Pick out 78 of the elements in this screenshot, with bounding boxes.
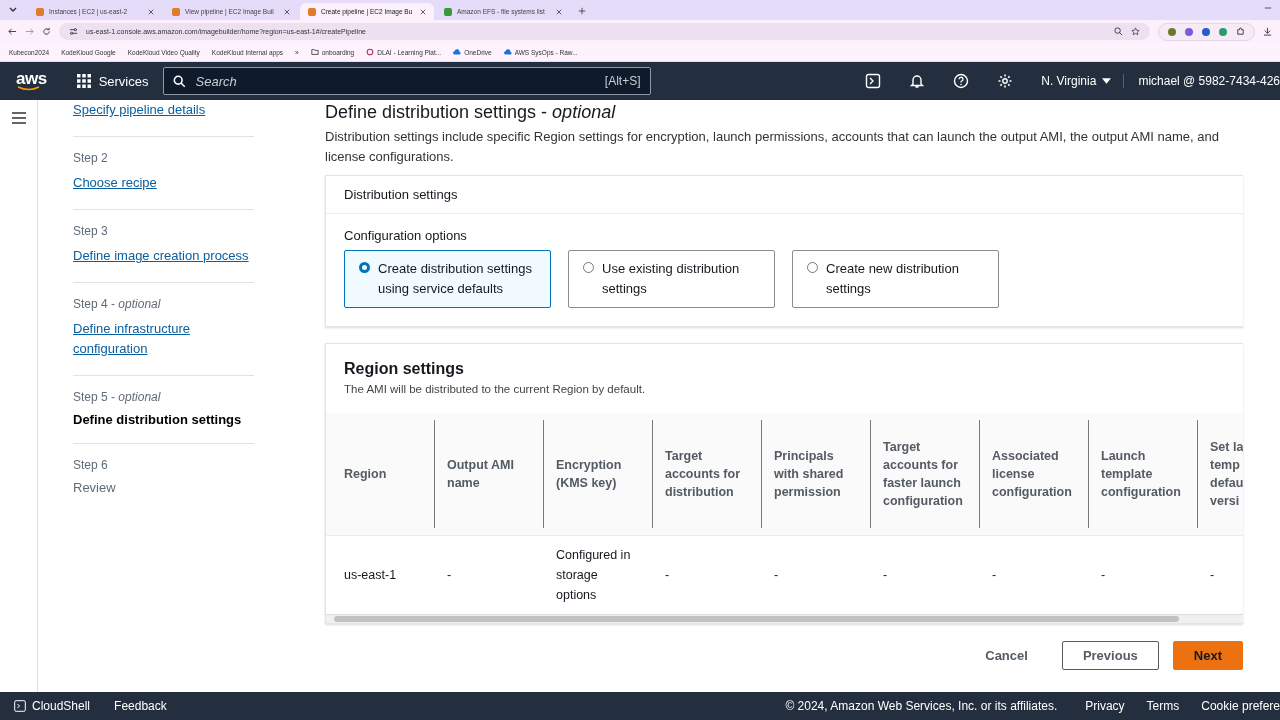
column-header: Encryption (KMS key) bbox=[544, 420, 653, 528]
column-header: Target accounts for faster launch configuration bbox=[871, 420, 980, 528]
previous-button[interactable]: Previous bbox=[1061, 641, 1159, 670]
aws-logo[interactable]: aws bbox=[16, 71, 47, 91]
cloud-icon bbox=[453, 48, 462, 56]
close-icon[interactable] bbox=[148, 8, 154, 15]
table-cell-text: - bbox=[1209, 567, 1216, 584]
column-header: Region bbox=[326, 420, 435, 528]
step-title: Define distribution settings bbox=[73, 412, 243, 427]
region-selector[interactable]: N. Virginia bbox=[1041, 74, 1112, 88]
grid-icon bbox=[76, 74, 91, 88]
menu-icon[interactable] bbox=[11, 112, 26, 124]
footer-link[interactable]: Privacy bbox=[1085, 699, 1125, 713]
column-header: Launch template configuration bbox=[1089, 420, 1198, 528]
table-cell-text: - bbox=[1100, 567, 1107, 584]
download-icon[interactable] bbox=[1263, 27, 1272, 36]
terminal-icon[interactable] bbox=[865, 73, 882, 89]
page-heading: Define distribution settings - optional bbox=[325, 102, 617, 123]
step-label: Step 3 bbox=[73, 224, 109, 238]
page-description: Distribution settings include specific Region settings for encryption, launch permissions, accounts that can launch the output AMI, the output AMI name, and license configurations. bbox=[325, 128, 1220, 166]
column-header: Target accounts for distribution bbox=[653, 420, 762, 528]
terminal-icon bbox=[14, 700, 26, 712]
panel-title: Distribution settings bbox=[326, 176, 1243, 214]
footer-link[interactable]: Cookie prefere bbox=[1201, 699, 1280, 713]
bell-icon[interactable] bbox=[909, 73, 926, 89]
account-menu[interactable]: michael @ 5982-7434-426 bbox=[1123, 74, 1280, 88]
back-arrow-icon[interactable] bbox=[8, 27, 17, 36]
reload-icon[interactable] bbox=[42, 27, 51, 36]
step-title: Review bbox=[73, 480, 117, 495]
step-link[interactable]: Define image creation process bbox=[73, 246, 254, 266]
section-heading: Region settings bbox=[344, 360, 465, 378]
step-label: Step 5 - optional bbox=[73, 390, 162, 404]
circle-icon bbox=[366, 48, 375, 56]
close-icon[interactable] bbox=[556, 8, 562, 15]
column-header: Output AMI name bbox=[435, 420, 544, 528]
radio-option[interactable]: Use existing distribution settings bbox=[568, 250, 775, 308]
shortcut-hint: [Alt+S] bbox=[604, 74, 641, 88]
options-label: Configuration options bbox=[344, 228, 468, 243]
zoom-icon[interactable] bbox=[1114, 27, 1123, 36]
step-link[interactable]: Choose recipe bbox=[73, 173, 254, 193]
radio-option[interactable]: Create new distribution settings bbox=[792, 250, 999, 308]
table-cell-text: - bbox=[773, 567, 780, 584]
next-button[interactable]: Next bbox=[1172, 641, 1243, 670]
step-label: Step 6 bbox=[73, 458, 109, 472]
step-label: Step 4 - optional bbox=[73, 297, 162, 311]
table-cell-text: - bbox=[446, 567, 453, 584]
step-label: Step 2 bbox=[73, 151, 109, 165]
cloud-icon bbox=[503, 48, 512, 56]
site-settings-icon[interactable] bbox=[69, 27, 78, 36]
search-icon bbox=[172, 74, 186, 88]
close-icon[interactable] bbox=[420, 8, 426, 15]
cloudshell-link[interactable]: CloudShell bbox=[14, 699, 91, 713]
column-header: Associated license configuration bbox=[980, 420, 1089, 528]
radio-option[interactable]: Create distribution settings using service defaults bbox=[344, 250, 551, 308]
caret-icon bbox=[1102, 78, 1112, 84]
feedback-link[interactable]: Feedback bbox=[114, 699, 167, 713]
star-icon[interactable] bbox=[1131, 27, 1140, 36]
copyright: © 2024, Amazon Web Services, Inc. or its affiliates. bbox=[785, 699, 1058, 713]
horizontal-scrollbar[interactable] bbox=[326, 614, 1243, 623]
table-cell-text: us-east-1 bbox=[343, 567, 398, 584]
table-cell-text: Configured in storage options bbox=[555, 547, 632, 604]
new-tab-icon[interactable] bbox=[578, 7, 586, 15]
footer-link[interactable]: Terms bbox=[1146, 699, 1180, 713]
table-cell-text: - bbox=[991, 567, 998, 584]
close-icon[interactable] bbox=[284, 8, 290, 15]
help-icon[interactable] bbox=[953, 73, 970, 89]
services-menu[interactable]: Services bbox=[76, 73, 149, 89]
cancel-button[interactable]: Cancel bbox=[965, 641, 1048, 670]
column-header: Principals with shared permission bbox=[762, 420, 871, 528]
radio-icon[interactable] bbox=[359, 262, 370, 273]
column-header: Set la temp defau versi bbox=[1209, 439, 1243, 510]
table-cell-text: - bbox=[664, 567, 671, 584]
folder-icon bbox=[310, 48, 319, 56]
step-link[interactable]: Define infrastructure configuration bbox=[73, 319, 254, 359]
settings-icon[interactable] bbox=[997, 73, 1014, 89]
section-description: The AMI will be distributed to the current Region by default. bbox=[344, 383, 647, 395]
table-cell-text: - bbox=[882, 567, 889, 584]
step-link[interactable]: Specify pipeline details bbox=[73, 100, 254, 120]
